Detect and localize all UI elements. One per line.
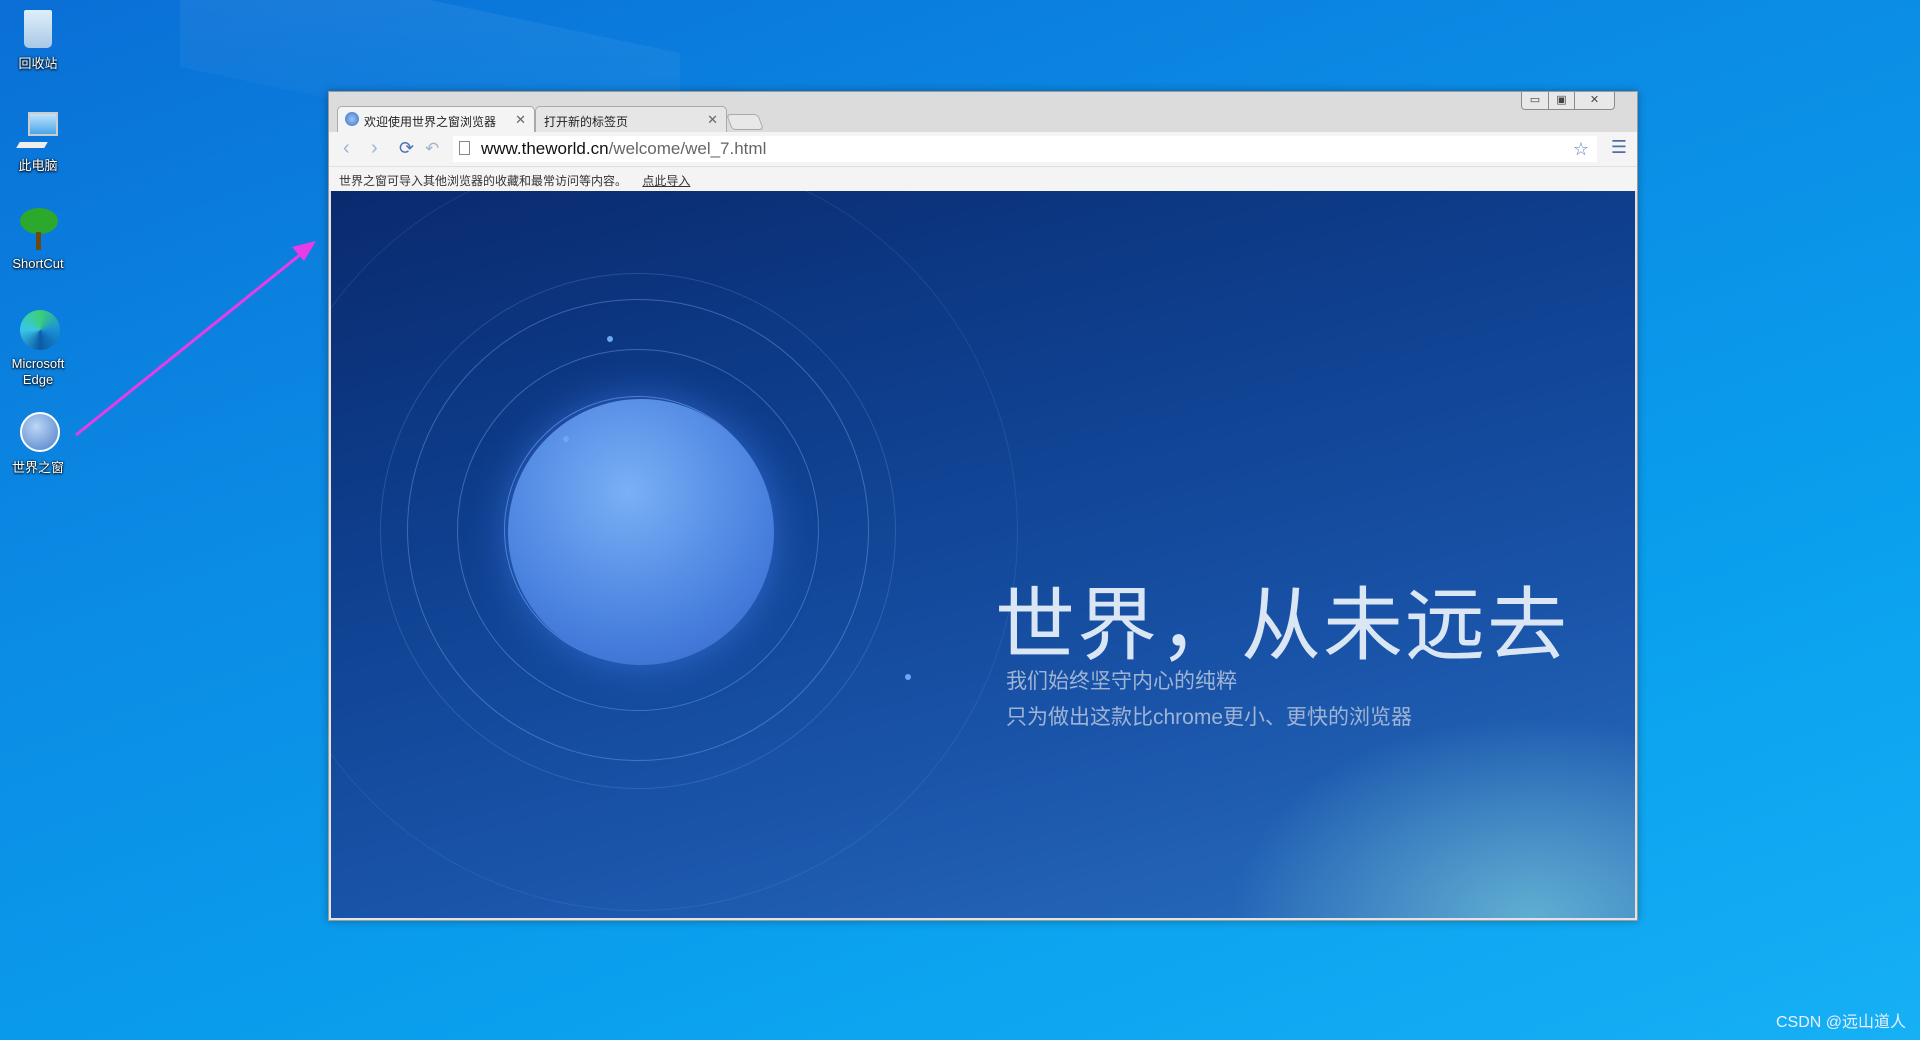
- orbit-dot: [905, 674, 911, 680]
- page-icon: [459, 141, 470, 155]
- import-link[interactable]: 点此导入: [642, 174, 690, 188]
- tab-bar: 欢迎使用世界之窗浏览器 ✕ 打开新的标签页 ✕ ▭ ▣ ✕: [329, 92, 1637, 132]
- reload-icon[interactable]: ⟳: [399, 138, 414, 159]
- hero-subtitle-2: 只为做出这款比chrome更小、更快的浏览器: [1006, 706, 1413, 729]
- globe-image: [508, 399, 774, 665]
- browser-window: 欢迎使用世界之窗浏览器 ✕ 打开新的标签页 ✕ ▭ ▣ ✕ ‹ › ⟳ ↶ ww…: [328, 91, 1638, 921]
- close-icon[interactable]: ✕: [707, 112, 718, 128]
- navigation-bar: ‹ › ⟳ ↶ www.theworld.cn/welcome/wel_7.ht…: [329, 132, 1637, 166]
- orbit-dot: [563, 436, 569, 442]
- minimize-icon[interactable]: ▭: [1522, 92, 1548, 109]
- url-host: www.theworld.cn: [481, 139, 609, 158]
- address-bar[interactable]: www.theworld.cn/welcome/wel_7.html ☆: [453, 136, 1597, 162]
- forward-icon[interactable]: ›: [371, 137, 378, 160]
- hero-subtitle-1: 我们始终坚守内心的纯粹: [1006, 670, 1237, 693]
- infobar-text: 世界之窗可导入其他浏览器的收藏和最常访问等内容。: [339, 174, 628, 188]
- tab-label: 打开新的标签页: [544, 115, 629, 129]
- tab-label: 欢迎使用世界之窗浏览器: [364, 115, 497, 129]
- undo-close-icon[interactable]: ↶: [425, 139, 439, 159]
- tab-welcome[interactable]: 欢迎使用世界之窗浏览器 ✕: [337, 106, 535, 132]
- new-tab-button[interactable]: [726, 114, 764, 130]
- close-window-icon[interactable]: ✕: [1574, 92, 1614, 109]
- csdn-watermark: CSDN @远山道人: [1775, 1014, 1906, 1031]
- welcome-page: 世界，从未远去 我们始终坚守内心的纯粹 只为做出这款比chrome更小、更快的浏…: [331, 191, 1635, 918]
- theworld-favicon-icon: [345, 112, 359, 126]
- annotation-arrow: [75, 241, 316, 437]
- window-controls: ▭ ▣ ✕: [1521, 92, 1615, 110]
- hero-title: 世界，从未远去: [995, 581, 1569, 670]
- menu-icon[interactable]: ☰: [1611, 137, 1627, 158]
- bookmark-star-icon[interactable]: ☆: [1573, 136, 1589, 162]
- close-icon[interactable]: ✕: [515, 112, 526, 128]
- orbit-dot: [607, 336, 613, 342]
- back-icon[interactable]: ‹: [343, 137, 350, 160]
- desktop-icon-label: 世界之窗: [11, 460, 64, 475]
- import-infobar: 世界之窗可导入其他浏览器的收藏和最常访问等内容。 点此导入: [329, 166, 1637, 191]
- tab-new-tab[interactable]: 打开新的标签页 ✕: [535, 106, 727, 132]
- maximize-icon[interactable]: ▣: [1548, 92, 1574, 109]
- url-path: /welcome/wel_7.html: [608, 139, 767, 158]
